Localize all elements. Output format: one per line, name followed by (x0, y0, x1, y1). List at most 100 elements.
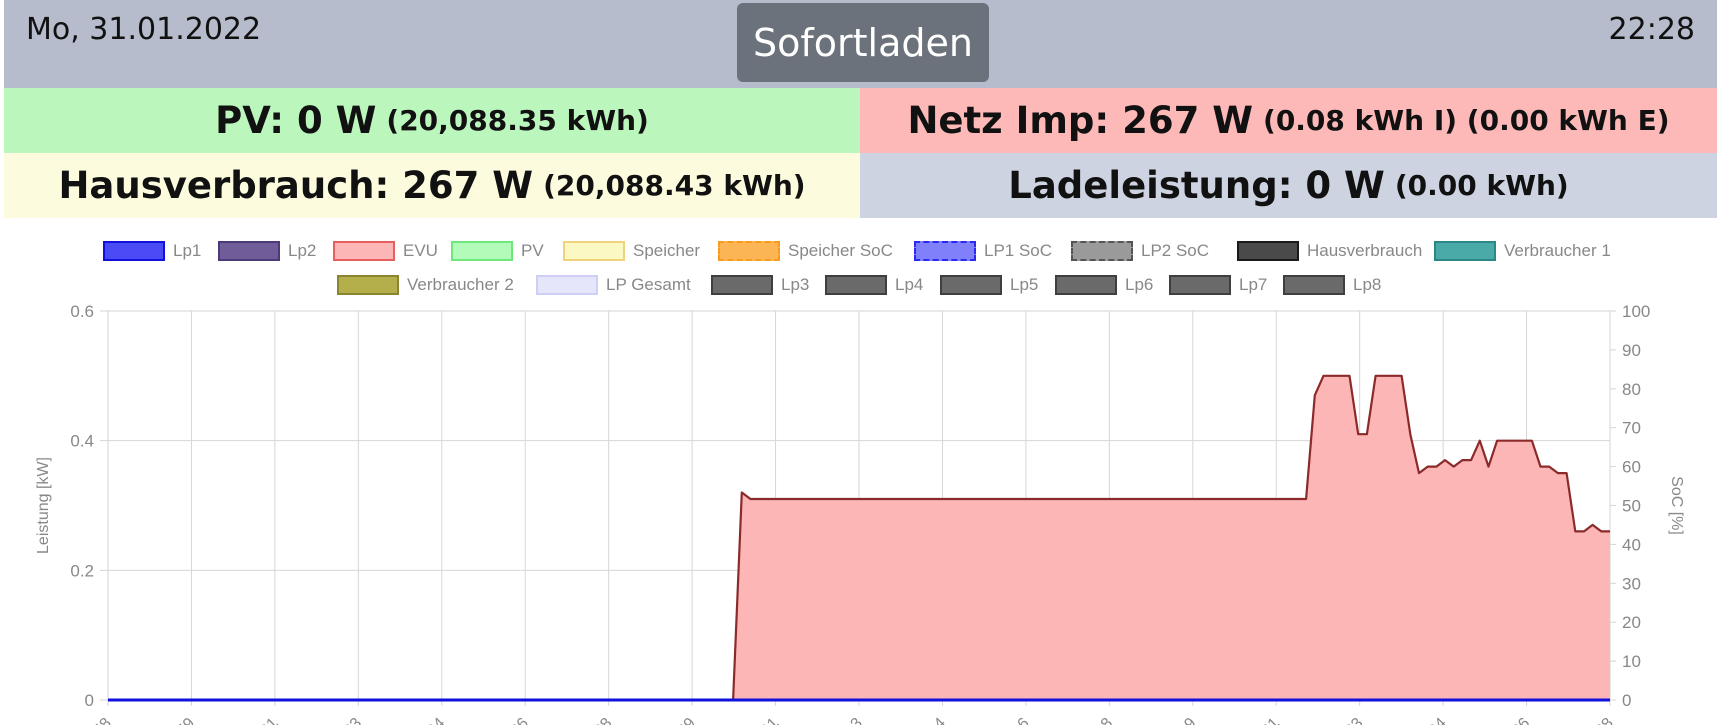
charge-mode-button[interactable]: Sofortladen (737, 3, 989, 82)
legend-item-verbraucher-2[interactable]: Verbraucher 2 (337, 270, 514, 300)
legend-item-lp2[interactable]: Lp2 (218, 236, 316, 266)
x-tick-label: 24 (1425, 715, 1450, 725)
y2-tick-label: 30 (1622, 574, 1641, 593)
legend-swatch (563, 241, 625, 261)
legend-label: Lp8 (1353, 275, 1382, 294)
chart-legend: Lp1 Lp2 EVU PV Speicher Speicher SoC LP1 SoC LP… (0, 236, 1722, 306)
legend-swatch (1169, 275, 1231, 295)
legend-item-speicher-soc[interactable]: Speicher SoC (718, 236, 893, 266)
legend-swatch (1434, 241, 1496, 261)
x-tick-label: 11 (759, 715, 783, 725)
header-bar: Mo, 31.01.2022 Sofortladen 22:28 (4, 0, 1717, 88)
legend-swatch (711, 275, 773, 295)
x-tick-label: 01 (257, 715, 282, 725)
legend-item-pv[interactable]: PV (451, 236, 544, 266)
legend-item-lp4[interactable]: Lp4 (825, 270, 923, 300)
x-tick-label: 18 (1092, 715, 1117, 725)
legend-item-lp7[interactable]: Lp7 (1169, 270, 1267, 300)
y2-tick-label: 40 (1622, 535, 1641, 554)
legend-swatch (333, 241, 395, 261)
legend-label: Verbraucher 1 (1504, 241, 1611, 260)
y-tick-label: 0.2 (70, 561, 94, 580)
legend-swatch (940, 275, 1002, 295)
y-tick-label: 0.6 (70, 302, 94, 321)
x-tick-label: 28 (1592, 715, 1617, 725)
x-tick-label: 23 (1342, 715, 1367, 725)
legend-item-lp-gesamt[interactable]: LP Gesamt (536, 270, 691, 300)
y2-tick-label: 50 (1622, 497, 1641, 516)
legend-swatch (1071, 241, 1133, 261)
legend-label: EVU (403, 241, 438, 260)
x-tick-label: 09 (674, 715, 699, 725)
legend-label: Lp1 (173, 241, 202, 260)
house-power: Hausverbrauch: 267 W (58, 164, 534, 207)
legend-swatch (218, 241, 280, 261)
legend-item-lp2-soc[interactable]: LP2 SoC (1071, 236, 1209, 266)
legend-item-lp6[interactable]: Lp6 (1055, 270, 1153, 300)
grid-energy: (0.08 kWh I) (0.00 kWh E) (1263, 104, 1670, 137)
legend-label: Hausverbrauch (1307, 241, 1423, 260)
time-label: 22:28 (1608, 12, 1695, 47)
date-label: Mo, 31.01.2022 (26, 12, 262, 47)
legend-label: LP2 SoC (1141, 241, 1210, 260)
x-tick-label: 21 (1258, 715, 1283, 725)
legend-row-2: Verbraucher 2 LP Gesamt Lp3 Lp4 Lp5 Lp6 Lp7 Lp8 (0, 270, 1722, 300)
legend-swatch (337, 275, 399, 295)
x-tick-label: 16 (1008, 715, 1033, 725)
legend-label: Speicher (633, 241, 701, 260)
legend-label: Verbraucher 2 (407, 275, 514, 294)
y2-tick-label: 100 (1622, 302, 1650, 321)
legend-swatch (451, 241, 513, 261)
legend-swatch (536, 275, 598, 295)
legend-item-lp3[interactable]: Lp3 (711, 270, 809, 300)
x-tick-label: 58 (90, 715, 115, 725)
legend-item-lp1-soc[interactable]: LP1 SoC (914, 236, 1052, 266)
legend-label: PV (521, 241, 544, 260)
pv-power: PV: 0 W (215, 99, 377, 142)
legend-item-lp8[interactable]: Lp8 (1283, 270, 1381, 300)
y-tick-label: 0.4 (70, 432, 94, 451)
x-tick-label: 26 (1509, 715, 1534, 725)
legend-swatch (1055, 275, 1117, 295)
x-tick-label: 04 (424, 715, 449, 725)
legend-item-lp1[interactable]: Lp1 (103, 236, 201, 266)
x-tick-label: 03 (341, 715, 366, 725)
legend-swatch (1283, 275, 1345, 295)
legend-swatch (718, 241, 780, 261)
power-chart: 58 59 01 03 04 06 08 09 11 13 14 16 18 19 21 23 24 26 28 0 0… (35, 302, 1685, 725)
legend-item-evu[interactable]: EVU (333, 236, 438, 266)
y-tick-label: 0 (85, 691, 94, 710)
legend-row-1: Lp1 Lp2 EVU PV Speicher Speicher SoC LP1 SoC LP… (0, 236, 1722, 266)
y2-tick-label: 90 (1622, 341, 1641, 360)
legend-item-speicher[interactable]: Speicher (563, 236, 700, 266)
legend-label: Lp6 (1125, 275, 1154, 294)
legend-item-verbraucher-1[interactable]: Verbraucher 1 (1434, 236, 1611, 266)
y2-tick-label: 70 (1622, 419, 1641, 438)
x-tick-label: 06 (507, 715, 532, 725)
legend-swatch (914, 241, 976, 261)
x-tick-label: 13 (841, 715, 866, 725)
legend-label: Lp3 (781, 275, 810, 294)
house-energy: (20,088.43 kWh) (543, 169, 806, 202)
legend-item-lp5[interactable]: Lp5 (940, 270, 1038, 300)
legend-label: Speicher SoC (788, 241, 893, 260)
legend-label: Lp7 (1239, 275, 1268, 294)
grid-stat: Netz Imp: 267 W (0.08 kWh I) (0.00 kWh E… (860, 88, 1717, 153)
legend-label: LP1 SoC (984, 241, 1053, 260)
pv-energy: (20,088.35 kWh) (386, 104, 649, 137)
legend-item-hausverbrauch[interactable]: Hausverbrauch (1237, 236, 1422, 266)
x-tick-label: 14 (925, 715, 950, 725)
legend-label: Lp2 (288, 241, 317, 260)
legend-swatch (1237, 241, 1299, 261)
y2-tick-label: 80 (1622, 380, 1641, 399)
legend-swatch (825, 275, 887, 295)
x-tick-label: 19 (1175, 715, 1200, 725)
grid-power: Netz Imp: 267 W (907, 99, 1254, 142)
y2-tick-label: 10 (1622, 652, 1641, 671)
y2-tick-label: 0 (1622, 691, 1631, 710)
charge-energy: (0.00 kWh) (1394, 169, 1569, 202)
y2-axis-label: SoC [%] (1668, 476, 1685, 535)
legend-label: Lp5 (1010, 275, 1039, 294)
y2-tick-label: 20 (1622, 613, 1641, 632)
x-tick-label: 08 (591, 715, 616, 725)
